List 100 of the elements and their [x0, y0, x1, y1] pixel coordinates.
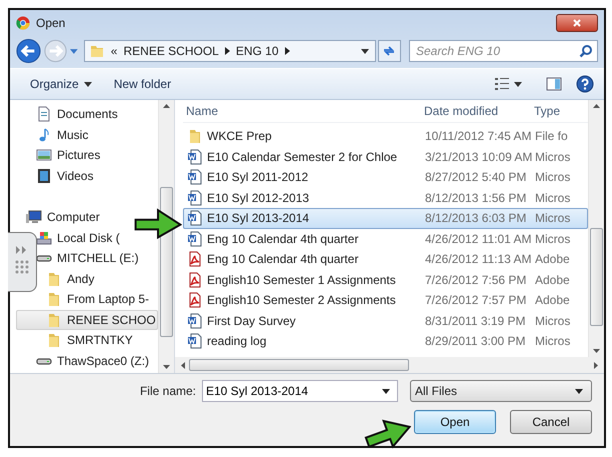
view-list-icon[interactable] [494, 76, 510, 92]
pdf-icon [187, 272, 203, 288]
date-cell-text: 8/27/2012 5:40 PM [424, 170, 528, 184]
file-list-scrollbar[interactable] [588, 100, 604, 357]
address-bar[interactable]: « RENEE SCHOOL ENG 10 [84, 40, 376, 62]
file-name: English10 Semester 1 Assignments [207, 272, 396, 287]
date-cell-text: 8/12/2013 1:56 PM [424, 190, 528, 205]
pdf-icon [187, 251, 203, 268]
date-cell-text: 3/21/2013 10:09 AM [424, 150, 534, 164]
type-cell-text: Micros [535, 314, 572, 328]
scroll-right-icon[interactable] [594, 362, 598, 368]
browser-icon [16, 16, 30, 30]
breadcrumb-item[interactable]: RENEE SCHOOL [123, 44, 219, 58]
nav-item[interactable]: Documents [36, 104, 118, 124]
nav-item[interactable]: MITCHELL (E:) [36, 248, 139, 268]
crumb-arrow-icon[interactable] [224, 47, 230, 55]
file-name-field[interactable]: E10 Syl 2013-2014 [202, 380, 398, 402]
dropdown-caret-icon[interactable] [382, 389, 390, 394]
type-cell-text: Adobe [535, 293, 571, 308]
back-icon[interactable] [16, 38, 42, 64]
nav-item[interactable]: Videos [36, 166, 94, 186]
history-caret-icon[interactable] [70, 48, 78, 54]
breadcrumb-item[interactable]: ENG 10 [236, 44, 279, 58]
window-title: Open [36, 16, 66, 30]
date-cell-text: 8/12/2013 6:03 PM [424, 211, 528, 226]
refresh-icon[interactable] [382, 44, 396, 58]
nav-item[interactable]: Pictures [36, 145, 100, 166]
preview-pane-icon[interactable] [546, 76, 562, 92]
file-row[interactable]: First Day Survey 8/31/2011 3:19 PM Micros [183, 310, 588, 331]
file-row[interactable]: English10 Semester 2 Assignments 7/26/2012 7:57 PM Adobe [183, 290, 588, 310]
scroll-down-icon[interactable] [163, 365, 170, 369]
scroll-up-icon[interactable] [163, 104, 170, 108]
horizontal-scrollbar[interactable] [175, 357, 604, 373]
type-cell-text: Micros [535, 232, 572, 246]
dropdown-caret-icon[interactable] [360, 48, 369, 54]
close-icon[interactable] [572, 18, 582, 28]
close-button[interactable] [556, 14, 598, 32]
date-cell-text: 7/26/2012 7:56 PM [424, 272, 528, 287]
search-field[interactable]: Search ENG 10 [408, 40, 598, 62]
nav-item[interactable]: Computer [26, 207, 100, 228]
file-type-dropdown[interactable]: All Files [410, 380, 592, 402]
type-cell-text: Adobe [535, 272, 571, 287]
cancel-button[interactable]: Cancel [510, 410, 592, 434]
file-row[interactable]: WKCE Prep 10/11/2012 7:45 AM File fo [183, 126, 588, 146]
file-name: Eng 10 Calendar 4th quarter [207, 252, 358, 266]
side-panel-handle[interactable] [8, 232, 37, 292]
file-row[interactable]: E10 Syl 2012-2013 8/12/2013 1:56 PM Micros [183, 188, 588, 208]
date-cell-text: 10/11/2012 7:45 AM [424, 129, 533, 144]
dropdown-caret-icon[interactable] [575, 388, 583, 394]
scroll-up-icon[interactable] [593, 104, 600, 108]
help-icon[interactable] [576, 75, 594, 93]
document-icon [187, 210, 203, 226]
file-row[interactable]: English10 Semester 1 Assignments 7/26/2012 7:56 PM Adobe [183, 270, 588, 290]
nav-item[interactable]: RENEE SCHOO [16, 310, 158, 330]
date-cell-text: 7/26/2012 7:57 PM [424, 293, 528, 308]
file-name: English10 Semester 2 Assignments [207, 293, 396, 308]
caret-icon[interactable] [84, 82, 92, 86]
file-name: Eng 10 Calendar 4th quarter [207, 232, 358, 246]
nav-item[interactable]: SMRTNTKY [46, 330, 133, 350]
document-icon [187, 190, 203, 206]
file-name: E10 Calendar Semester 2 for Chloe [207, 150, 398, 164]
type-cell-text: Micros [535, 334, 572, 348]
nav-item[interactable]: ThawSpace0 (Z:) [36, 350, 150, 371]
scroll-left-icon[interactable] [181, 362, 185, 368]
scroll-down-icon[interactable] [593, 349, 600, 353]
new-folder-button[interactable]: New folder [110, 75, 176, 93]
nav-item[interactable]: Andy [46, 268, 94, 289]
column-header[interactable]: Type [534, 104, 588, 118]
pdf-icon [187, 292, 203, 308]
view-caret-icon[interactable] [514, 82, 522, 86]
column-header[interactable]: Date modified [422, 104, 534, 118]
sidebar-scrollbar[interactable] [158, 100, 174, 373]
open-button[interactable]: Open [414, 410, 496, 434]
date-cell-text: 8/31/2011 3:19 PM [424, 314, 527, 328]
file-name-label: File name: [140, 384, 196, 398]
file-row[interactable]: E10 Calendar Semester 2 for Chloe 3/21/2013 10:09 AM Micros [183, 146, 588, 167]
nav-item[interactable]: From Laptop 5- [46, 289, 150, 310]
file-row[interactable]: E10 Syl 2013-2014 8/12/2013 6:03 PM Micros [183, 208, 588, 228]
folder-icon [46, 312, 62, 328]
arrow-icon [134, 206, 182, 240]
column-header[interactable]: Name [183, 104, 422, 118]
folder-icon [46, 291, 62, 308]
file-name: E10 Syl 2012-2013 [207, 190, 310, 205]
crumb-arrow-icon[interactable] [284, 47, 290, 55]
organize-menu[interactable]: Organize [26, 75, 96, 93]
nav-item[interactable]: Local Disk ( [36, 228, 120, 248]
nav-item[interactable]: Music [36, 124, 88, 145]
document-icon [187, 169, 203, 186]
file-row[interactable]: E10 Syl 2011-2012 8/27/2012 5:40 PM Micros [183, 167, 588, 188]
file-row[interactable]: reading log 8/29/2011 3:00 PM Micros [183, 331, 588, 352]
file-row[interactable]: Eng 10 Calendar 4th quarter 4/26/2012 11:13 AM Adobe [183, 249, 588, 270]
overflow-chevron[interactable]: « [110, 44, 118, 58]
search-icon[interactable] [578, 44, 593, 58]
date-cell-text: 4/26/2012 11:13 AM [424, 252, 533, 266]
type-cell-text: Micros [535, 150, 572, 164]
folder-icon [187, 128, 203, 144]
refresh-button[interactable] [378, 40, 401, 62]
file-row[interactable]: Eng 10 Calendar 4th quarter 4/26/2012 11:01 AM Micros [183, 228, 588, 249]
type-cell-text: Micros [535, 190, 572, 205]
file-name: WKCE Prep [207, 129, 272, 144]
